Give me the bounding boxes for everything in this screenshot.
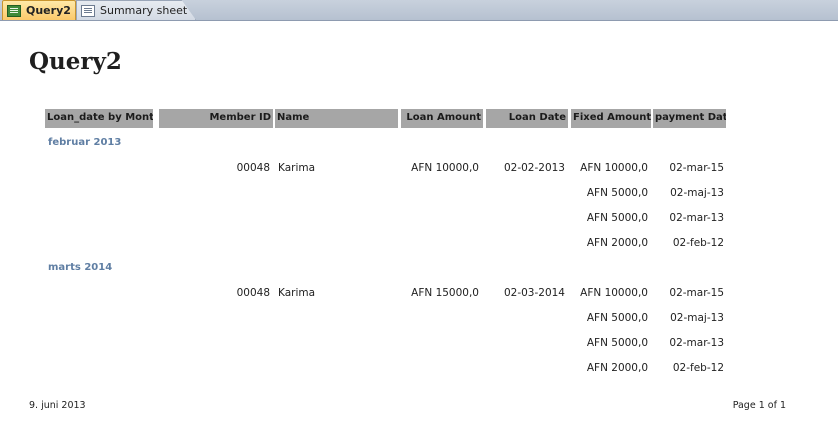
fixed-amount-cell: AFN 5000,0	[586, 187, 648, 199]
payment-date-cell: 02-mar-15	[669, 287, 724, 299]
fixed-amount-cell: AFN 5000,0	[586, 212, 648, 224]
member-id-cell: 00048	[236, 162, 270, 174]
column-header-loan-date: Loan Date	[486, 109, 568, 128]
tab-query2[interactable]: Query2	[2, 0, 76, 20]
column-header-member-id: Member ID	[159, 109, 273, 128]
report-icon	[81, 4, 95, 17]
payment-date-cell: 02-feb-12	[672, 362, 724, 374]
column-header-name: Name	[275, 109, 398, 128]
fixed-amount-cell: AFN 10000,0	[580, 287, 648, 299]
fixed-amount-cell: AFN 2000,0	[586, 237, 648, 249]
loan-date-cell: 02-03-2014	[503, 287, 565, 299]
column-header-loan-date-by-month: Loan_date by Month	[45, 109, 153, 128]
loan-amount-cell: AFN 10000,0	[411, 162, 479, 174]
group-header: marts 2014	[48, 262, 113, 273]
report-footer-page-number: Page 1 of 1	[732, 400, 786, 411]
payment-date-cell: 02-mar-13	[669, 212, 724, 224]
tab-summary-sheet[interactable]: Summary sheet	[76, 0, 196, 20]
tab-label: Query2	[26, 3, 71, 17]
fixed-amount-cell: AFN 5000,0	[586, 337, 648, 349]
payment-date-cell: 02-mar-13	[669, 337, 724, 349]
document-tab-bar: Query2 Summary sheet	[0, 0, 838, 21]
payment-date-cell: 02-maj-13	[670, 187, 724, 199]
name-cell: Karima	[278, 162, 316, 174]
payment-date-cell: 02-feb-12	[672, 237, 724, 249]
group-header: februar 2013	[48, 137, 122, 148]
query-icon	[7, 4, 21, 17]
fixed-amount-cell: AFN 5000,0	[586, 312, 648, 324]
tab-label: Summary sheet	[100, 3, 188, 17]
loan-amount-cell: AFN 15000,0	[411, 287, 479, 299]
report-title: Query2	[29, 48, 122, 75]
name-cell: Karima	[278, 287, 316, 299]
report-footer-date: 9. juni 2013	[29, 400, 86, 411]
payment-date-cell: 02-maj-13	[670, 312, 724, 324]
member-id-cell: 00048	[236, 287, 270, 299]
column-header-fixed-amount: Fixed Amount	[571, 109, 651, 128]
fixed-amount-cell: AFN 2000,0	[586, 362, 648, 374]
fixed-amount-cell: AFN 10000,0	[580, 162, 648, 174]
column-header-payment-date: payment Date	[653, 109, 726, 128]
payment-date-cell: 02-mar-15	[669, 162, 724, 174]
loan-date-cell: 02-02-2013	[503, 162, 565, 174]
column-header-loan-amount: Loan Amount	[401, 109, 483, 128]
